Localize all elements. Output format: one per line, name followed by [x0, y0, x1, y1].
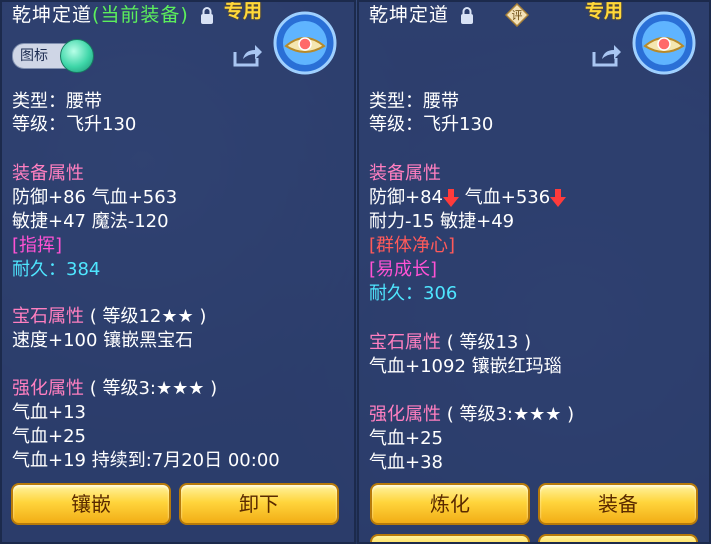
special-effect-tag: [指挥] [12, 235, 63, 256]
unequip-button[interactable]: 卸下 [179, 483, 339, 525]
equip-attr-line: 防御+86 气血+563 [12, 187, 178, 208]
item-type: 类型：腰带 [12, 91, 102, 112]
item-title: 乾坤定道 [369, 2, 474, 27]
share-icon[interactable] [231, 42, 263, 68]
gem-attr-header: 宝石属性 [12, 306, 84, 327]
item-title: 乾坤定道(当前装备) [12, 2, 214, 27]
enhance-attr-row: 强化属性 ( 等级3:★★★ ) [12, 377, 217, 401]
toggle-label: 图标 [20, 48, 48, 64]
durability: 耐久：306 [369, 282, 457, 306]
belt-item-icon[interactable] [272, 10, 338, 76]
enhance-attr-header: 强化属性 [369, 404, 441, 425]
candidate-item-panel: 乾坤定道 评 专用 类型：腰带 等级：飞升130 装备属性 防御+84 气血+5… [357, 0, 711, 544]
enhance-attr-line: 气血+13 [12, 402, 86, 423]
equip-attr-header: 装备属性 [369, 163, 441, 184]
equip-attr-line: 耐力-15 敏捷+49 [369, 211, 515, 232]
hp-value: 气血+536 [464, 187, 551, 208]
exclusive-badge: 专用 [224, 0, 263, 22]
icon-toggle[interactable]: 图标 [12, 39, 94, 73]
enhance-attr-line: 气血+38 [369, 452, 443, 473]
durability: 耐久：384 [12, 258, 100, 282]
share-icon[interactable] [590, 42, 622, 68]
enhance-attr-row: 强化属性 ( 等级3:★★★ ) [369, 403, 574, 427]
gem-level: ( 等级13 ) [446, 332, 532, 353]
durability-label: 耐久： [369, 283, 423, 304]
refine-button[interactable]: 炼化 [370, 483, 530, 525]
equip-attr-header: 装备属性 [12, 163, 84, 184]
more-button-edge[interactable] [370, 534, 530, 542]
item-type: 类型：腰带 [369, 91, 459, 112]
lock-icon [461, 7, 474, 24]
rate-label: 评 [512, 9, 523, 22]
gem-attr-row: 宝石属性 ( 等级13 ) [369, 331, 531, 355]
item-name: 乾坤定道 [369, 4, 450, 26]
gem-attr-header: 宝石属性 [369, 332, 441, 353]
enhance-level: ( 等级3:★★★ ) [89, 378, 218, 399]
belt-item-icon[interactable] [631, 10, 697, 76]
exclusive-badge: 专用 [585, 0, 624, 22]
defense-value: 防御+84 [369, 187, 443, 208]
gem-attr-row: 宝石属性 ( 等级12★★ ) [12, 305, 206, 329]
equip-button[interactable]: 装备 [538, 483, 698, 525]
equip-attr-line: 敏捷+47 魔法-120 [12, 211, 169, 232]
item-level: 等级：飞升130 [369, 114, 494, 135]
down-arrow-icon [443, 189, 459, 207]
more-button-edge[interactable] [538, 534, 698, 542]
equip-attr-line: 防御+84 气血+536 [369, 186, 567, 210]
enhance-attr-line: 气血+25 [12, 426, 86, 447]
gem-level: ( 等级12★★ ) [89, 306, 207, 327]
current-equipped-label: (当前装备) [92, 4, 189, 26]
item-level: 等级：飞升130 [12, 114, 137, 135]
item-name: 乾坤定道 [12, 4, 93, 26]
enhance-attr-line: 气血+19 持续到:7月20日 00:00 [12, 450, 280, 471]
down-arrow-icon [550, 189, 567, 207]
toggle-knob [60, 39, 94, 73]
equipped-item-panel: 乾坤定道(当前装备) 专用 图标 类型：腰带 等级：飞升130 装备属性 防御+… [0, 0, 356, 544]
enhance-level: ( 等级3:★★★ ) [446, 404, 575, 425]
durability-label: 耐久： [12, 259, 66, 280]
enhance-attr-header: 强化属性 [12, 378, 84, 399]
gem-attr-line: 气血+1092 镶嵌红玛瑙 [369, 356, 562, 377]
inlay-button[interactable]: 镶嵌 [11, 483, 171, 525]
lock-icon [200, 7, 213, 24]
enhance-attr-line: 气血+25 [369, 428, 443, 449]
durability-value: 384 [66, 259, 101, 280]
durability-value: 306 [423, 283, 458, 304]
special-effect-tag: [群体净心] [369, 235, 456, 256]
gem-attr-line: 速度+100 镶嵌黑宝石 [12, 330, 194, 351]
rate-diamond-icon[interactable]: 评 [505, 3, 529, 27]
special-effect-tag: [易成长] [369, 259, 438, 280]
